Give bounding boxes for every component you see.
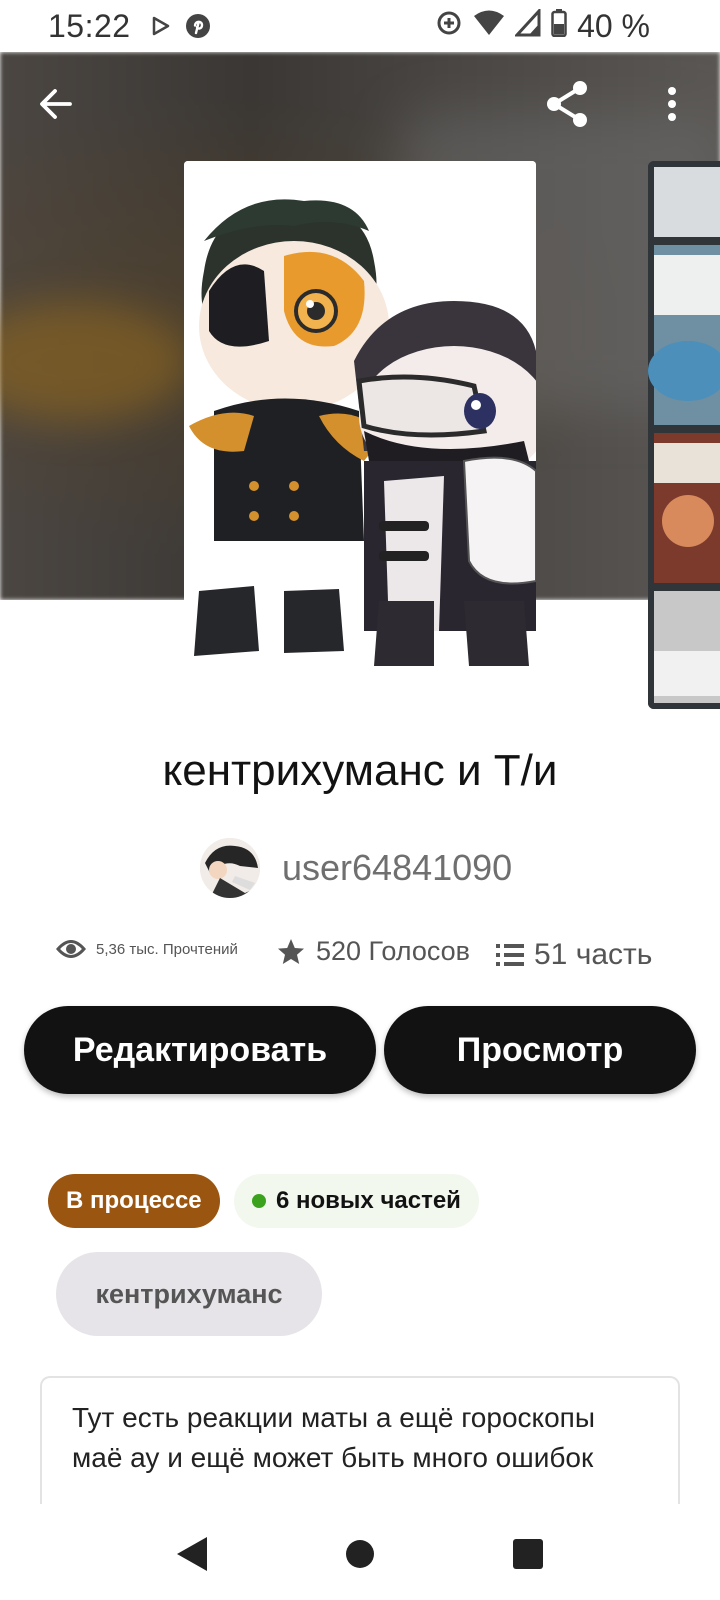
story-stats: 5,36 тыс. Прочтений 520 Голосов 51 часть [56, 930, 676, 980]
wifi-icon [473, 8, 505, 45]
system-nav-bar [0, 1504, 720, 1600]
story-description: Тут есть реакции маты а ещё гороскопы ма… [40, 1376, 680, 1506]
share-button[interactable] [540, 76, 596, 132]
nav-recents-button[interactable] [506, 1532, 550, 1576]
nav-home-icon [346, 1540, 374, 1568]
parts-count: 51 часть [534, 938, 653, 971]
status-right: 40 % [435, 7, 650, 45]
status-left-icons [152, 12, 212, 45]
nav-recents-icon [513, 1539, 543, 1569]
nav-back-button[interactable] [170, 1532, 214, 1576]
star-icon [278, 938, 304, 964]
data-saver-icon [435, 8, 463, 45]
reads-stat: 5,36 тыс. Прочтений [56, 938, 238, 960]
status-bar: 15:22 40 % [0, 0, 720, 52]
pinterest-icon [184, 12, 212, 45]
back-button[interactable] [28, 76, 84, 132]
eye-icon [56, 940, 86, 958]
new-parts-label: 6 новых частей [276, 1187, 461, 1214]
more-vertical-icon [668, 87, 676, 121]
status-badge: В процессе [48, 1174, 220, 1228]
new-parts-badge: 6 новых частей [234, 1174, 479, 1228]
comic-thumbnail [648, 161, 720, 709]
edit-button[interactable]: Редактировать [24, 1006, 376, 1094]
parts-stat: 51 часть [496, 938, 652, 972]
nav-back-icon [177, 1537, 207, 1571]
battery-icon [551, 8, 567, 45]
share-icon [547, 81, 587, 127]
status-time: 15:22 [48, 8, 131, 44]
avatar [200, 838, 260, 898]
cover-illustration [184, 161, 536, 677]
nav-home-button[interactable] [338, 1532, 382, 1576]
tag-chip[interactable]: кентрихуманс [56, 1252, 322, 1336]
more-options-button[interactable] [644, 76, 700, 132]
story-cover-image[interactable] [184, 161, 536, 677]
story-title: кентрихуманс и Т/и [162, 746, 558, 795]
new-indicator-dot [252, 1194, 266, 1208]
votes-stat: 520 Голосов [276, 936, 470, 967]
reads-count: 5,36 тыс. Прочтений [96, 940, 238, 958]
signal-icon [513, 7, 541, 45]
view-button[interactable]: Просмотр [384, 1006, 696, 1094]
play-store-icon [152, 16, 170, 41]
votes-count: 520 Голосов [316, 936, 471, 966]
list-icon [496, 944, 524, 966]
next-story-cover[interactable] [648, 161, 720, 709]
battery-percent: 40 % [577, 8, 650, 44]
back-arrow-icon [40, 89, 72, 119]
author-name: user64841090 [282, 847, 513, 888]
author-link[interactable]: user64841090 [200, 838, 512, 898]
